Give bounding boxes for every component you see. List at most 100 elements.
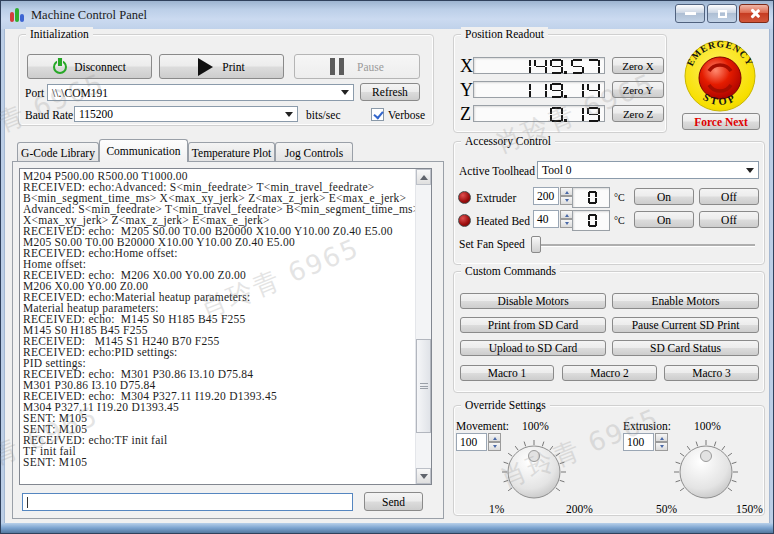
titlebar[interactable]: Machine Control Panel	[1, 1, 773, 29]
arrow-down-icon	[420, 474, 428, 483]
disconnect-button[interactable]: Disconnect	[27, 54, 152, 79]
zero-z-button[interactable]: Zero Z	[612, 105, 664, 122]
tab-label: Jog Controls	[285, 147, 343, 159]
disconnect-label: Disconnect	[74, 61, 126, 73]
pause-current-sd-button[interactable]: Pause Current SD Print	[612, 317, 759, 333]
port-label: Port	[25, 87, 44, 99]
baud-rate-combobox[interactable]: 115200	[74, 106, 298, 122]
toolhead-combobox[interactable]: Tool 0	[537, 161, 759, 179]
spin-up-button[interactable]	[655, 433, 668, 442]
gcode-log[interactable]: M204 P500.00 R500.00 T1000.00RECEIVED: e…	[19, 168, 432, 485]
force-next-button[interactable]: Force Next	[682, 113, 760, 130]
tab-jog-controls[interactable]: Jog Controls	[275, 142, 353, 162]
print-from-sd-button[interactable]: Print from SD Card	[460, 317, 606, 333]
print-button[interactable]: Print	[159, 54, 284, 79]
refresh-button[interactable]: Refresh	[360, 83, 420, 101]
heated-bed-led[interactable]	[458, 214, 471, 227]
tab-communication[interactable]: Communication	[99, 139, 188, 162]
bed-setpoint-spinner[interactable]: 40	[533, 210, 573, 228]
extrusion-min-label: 50%	[656, 503, 677, 515]
disable-motors-button[interactable]: Disable Motors	[460, 293, 606, 309]
extruder-led[interactable]	[458, 191, 471, 204]
zero-x-button[interactable]: Zero X	[612, 57, 664, 74]
log-scrollbar[interactable]	[415, 169, 431, 484]
minimize-button[interactable]	[675, 4, 705, 23]
port-combobox[interactable]: \\.\COM191	[47, 84, 354, 101]
zero-y-button[interactable]: Zero Y	[612, 81, 664, 98]
scroll-up-button[interactable]	[416, 169, 431, 185]
enable-motors-button[interactable]: Enable Motors	[612, 293, 759, 309]
fan-speed-track[interactable]	[533, 244, 755, 246]
upload-to-sd-button[interactable]: Upload to SD Card	[460, 340, 606, 356]
initialization-group: Initialization Disconnect Print Pause Po…	[18, 34, 434, 126]
send-label: Send	[382, 496, 405, 508]
tab-gcode-library[interactable]: G-Code Library	[17, 142, 99, 162]
communication-panel: M204 P500.00 R500.00 T1000.00RECEIVED: e…	[12, 161, 444, 519]
command-input[interactable]	[22, 493, 353, 511]
pause-button[interactable]: Pause	[294, 54, 420, 79]
extrusion-top-label: 100%	[694, 420, 721, 432]
movement-max-label: 200%	[566, 503, 593, 515]
macro-3-button[interactable]: Macro 3	[664, 365, 759, 381]
maximize-button[interactable]	[707, 4, 737, 23]
chevron-down-icon	[341, 90, 349, 99]
app-icon	[10, 7, 26, 23]
movement-value[interactable]: 100	[456, 433, 487, 451]
emergency-stop-button[interactable]: EMERGENCY STOP	[679, 37, 761, 115]
movement-knob[interactable]	[501, 438, 567, 504]
extruder-on-button[interactable]: On	[634, 188, 694, 205]
button-label: Disable Motors	[497, 295, 568, 307]
x-position-display	[473, 57, 605, 74]
machine-control-panel-window: Machine Control Panel 肖玲青 6965 肖玲青 6965 …	[0, 0, 774, 534]
extruder-setpoint-spinner[interactable]: 200	[533, 187, 573, 205]
baud-rate-label: Baud Rate	[25, 109, 73, 121]
extruder-setpoint-value[interactable]: 200	[533, 187, 559, 205]
override-settings-group: Override Settings Movement: 100% 100 1% …	[453, 405, 765, 516]
button-label: SD Card Status	[650, 342, 721, 354]
bed-setpoint-value[interactable]: 40	[533, 210, 559, 228]
tab-label: Communication	[106, 145, 180, 157]
active-toolhead-label: Active Toolhead	[459, 165, 535, 177]
tab-label: G-Code Library	[21, 147, 95, 159]
heated-bed-label: Heated Bed	[476, 215, 530, 227]
scrollbar-thumb[interactable]	[416, 339, 431, 433]
close-icon	[749, 8, 760, 19]
log-line: RECEIVED: echo:TF init fail	[23, 435, 413, 446]
tab-temperature-plot[interactable]: Temperature Plot	[188, 142, 275, 162]
extrusion-knob[interactable]	[673, 438, 739, 504]
custom-commands-label: Custom Commands	[461, 264, 560, 279]
close-button[interactable]	[739, 4, 769, 23]
extrusion-spinner[interactable]: 100	[623, 433, 668, 451]
zero-y-label: Zero Y	[622, 84, 653, 96]
maximize-icon	[718, 10, 727, 18]
fan-speed-slider-thumb[interactable]	[531, 236, 541, 253]
send-button[interactable]: Send	[364, 492, 423, 511]
bed-off-button[interactable]: Off	[699, 211, 759, 228]
tab-label: Temperature Plot	[192, 147, 271, 159]
extruder-temp-display	[572, 187, 610, 208]
spin-up-button[interactable]	[488, 433, 501, 442]
macro-1-button[interactable]: Macro 1	[460, 365, 554, 381]
movement-min-label: 1%	[489, 503, 504, 515]
macro-2-button[interactable]: Macro 2	[562, 365, 657, 381]
bed-temp-display	[572, 210, 610, 231]
override-settings-label: Override Settings	[461, 398, 550, 413]
button-label: Enable Motors	[651, 295, 719, 307]
on-label: On	[657, 214, 671, 226]
button-label: Upload to SD Card	[489, 342, 577, 354]
scroll-down-button[interactable]	[416, 468, 431, 484]
spin-down-button[interactable]	[488, 442, 501, 451]
baud-rate-value: 115200	[79, 108, 113, 120]
pause-icon	[330, 58, 348, 75]
play-icon	[198, 58, 213, 76]
movement-spinner[interactable]: 100	[456, 433, 501, 451]
on-label: On	[657, 191, 671, 203]
arrow-up-icon	[420, 171, 428, 180]
extrusion-max-label: 150%	[736, 503, 763, 515]
verbose-checkbox[interactable]	[371, 108, 384, 121]
sd-card-status-button[interactable]: SD Card Status	[612, 340, 759, 356]
extruder-off-button[interactable]: Off	[699, 188, 759, 205]
bed-on-button[interactable]: On	[634, 211, 694, 228]
extrusion-value[interactable]: 100	[623, 433, 654, 451]
spin-down-button[interactable]	[655, 442, 668, 451]
